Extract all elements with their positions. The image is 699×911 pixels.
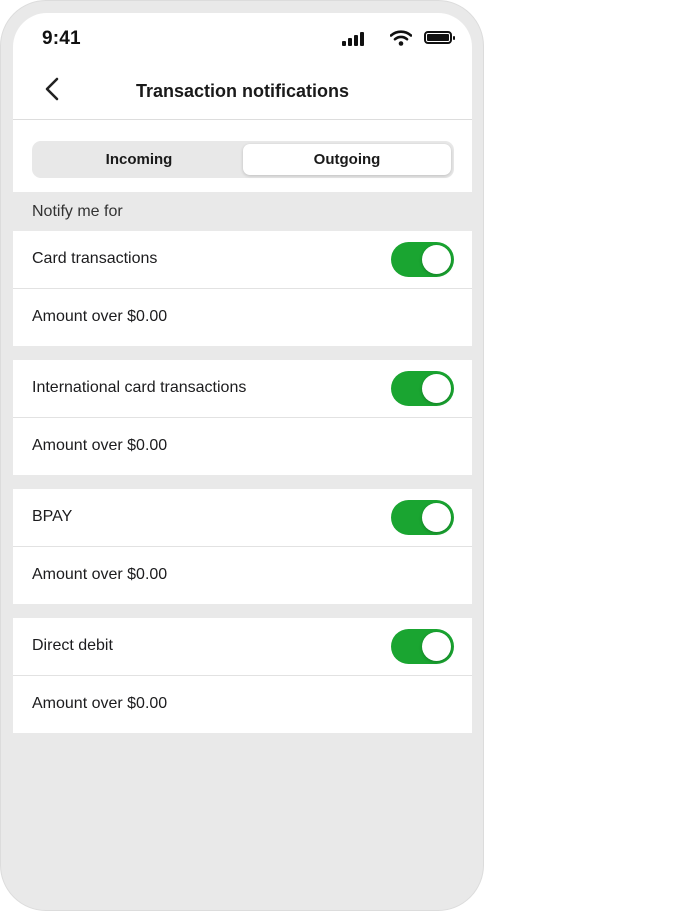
notification-group-direct-debit: Direct debit Amount over $0.00 [13, 618, 472, 733]
notification-group-bpay: BPAY Amount over $0.00 [13, 489, 472, 604]
incoming-outgoing-segmented-control: Incoming Outgoing [32, 141, 454, 178]
page-title: Transaction notifications [135, 81, 350, 101]
row-label: International card transactions [32, 379, 247, 396]
toggle-row: BPAY [13, 489, 472, 546]
battery-icon [424, 31, 455, 44]
card-transactions-toggle[interactable] [391, 242, 454, 277]
amount-label: Amount over $0.00 [32, 566, 168, 583]
notification-group-card-transactions: Card transactions Amount over $0.00 [13, 231, 472, 346]
amount-row[interactable]: Amount over $0.00 [13, 417, 472, 475]
toggle-row: Card transactions [13, 231, 472, 288]
amount-row[interactable]: Amount over $0.00 [13, 546, 472, 604]
amount-row[interactable]: Amount over $0.00 [13, 675, 472, 733]
row-label: BPAY [32, 508, 73, 525]
nav-bar: Transaction notifications [13, 65, 472, 120]
section-header-label: Notify me for [32, 203, 123, 220]
amount-row[interactable]: Amount over $0.00 [13, 288, 472, 346]
cellular-signal-icon [342, 30, 364, 46]
app-screen: 9:41 Transaction notifications Incoming … [13, 13, 472, 900]
bpay-toggle[interactable] [391, 500, 454, 535]
toggle-row: International card transactions [13, 360, 472, 417]
section-header: Notify me for [13, 193, 472, 231]
wifi-icon [390, 30, 412, 46]
tab-outgoing[interactable]: Outgoing [243, 144, 451, 175]
amount-label: Amount over $0.00 [32, 308, 168, 325]
row-label: Direct debit [32, 637, 113, 654]
amount-label: Amount over $0.00 [32, 437, 168, 454]
tab-incoming[interactable]: Incoming [35, 144, 243, 175]
notification-group-international-card-transactions: International card transactions Amount o… [13, 360, 472, 475]
status-bar: 9:41 [13, 13, 472, 65]
phone-frame: 9:41 Transaction notifications Incoming … [0, 0, 484, 911]
row-label: Card transactions [32, 250, 158, 267]
amount-label: Amount over $0.00 [32, 695, 168, 712]
international-card-transactions-toggle[interactable] [391, 371, 454, 406]
status-time: 9:41 [42, 28, 81, 49]
direct-debit-toggle[interactable] [391, 629, 454, 664]
toggle-row: Direct debit [13, 618, 472, 675]
segment-container: Incoming Outgoing [13, 120, 472, 192]
